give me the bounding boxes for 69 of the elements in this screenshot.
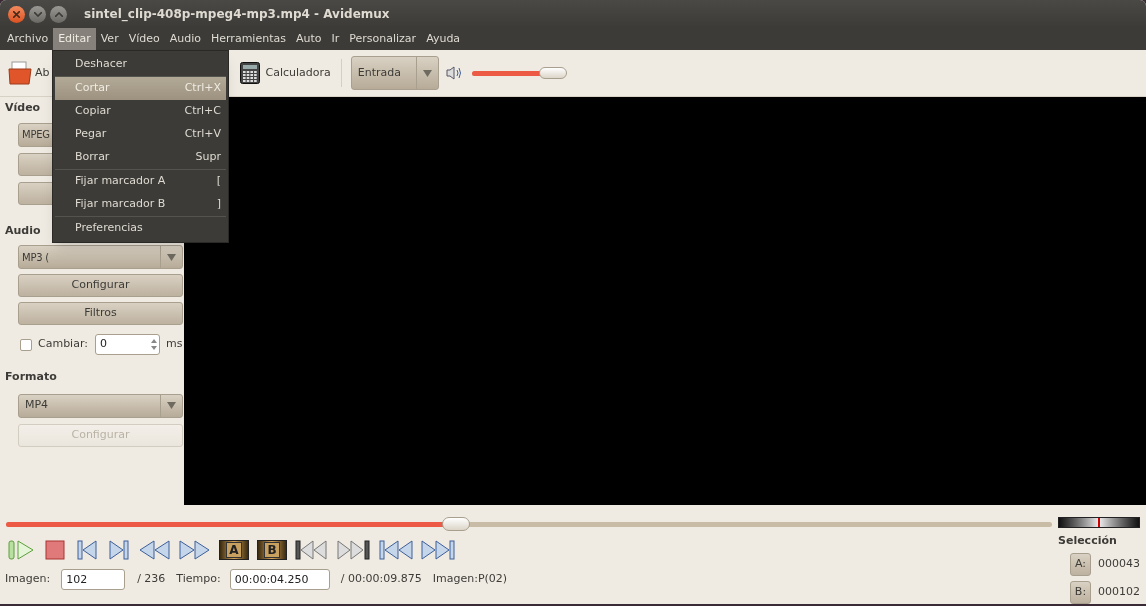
stop-icon[interactable] <box>42 537 68 563</box>
format-combo[interactable]: MP4 <box>18 393 183 418</box>
menu-entry[interactable]: Deshacer <box>55 53 226 76</box>
go-to-marker-a-icon[interactable] <box>294 537 330 563</box>
audio-filters-button[interactable]: Filtros <box>18 302 183 325</box>
maximize-button[interactable] <box>50 5 67 23</box>
menu-entry[interactable]: Copiar Ctrl+C <box>55 100 226 123</box>
section-heading: Formato <box>5 369 57 385</box>
volume-slider[interactable] <box>471 67 566 79</box>
shift-checkbox[interactable] <box>20 338 32 351</box>
dropdown-arrow-icon <box>167 253 176 261</box>
source-combo[interactable]: Entrada <box>350 56 439 90</box>
menu-item[interactable]: Ayuda <box>421 28 466 50</box>
section-heading: Vídeo <box>5 100 41 116</box>
menu-item[interactable]: Ir <box>326 28 345 50</box>
rewind-icon[interactable] <box>138 537 172 563</box>
close-icon <box>13 10 20 18</box>
marker-a-icon[interactable]: A <box>218 537 250 563</box>
go-to-marker-b-icon[interactable] <box>336 537 372 563</box>
open-button[interactable]: Ab <box>8 61 50 85</box>
text-field[interactable]: 00:00:04.250 <box>229 569 330 590</box>
dropdown-arrow-icon <box>167 402 176 409</box>
go-to-start-icon[interactable] <box>378 537 414 563</box>
marker-b-icon[interactable]: B <box>256 537 288 563</box>
audio-configure-button[interactable]: Configurar <box>18 274 183 297</box>
menu-item[interactable]: Vídeo <box>123 28 165 50</box>
frame-total: / 236 <box>137 571 166 588</box>
marker-a-button[interactable]: A: <box>1070 553 1091 576</box>
text-field[interactable]: 102 <box>61 569 126 590</box>
shift-spinbox[interactable]: 0 <box>94 334 160 355</box>
menu-entry[interactable]: Fijar marcador B ] <box>55 193 226 216</box>
calculator-icon <box>239 62 260 84</box>
menu-item[interactable]: Archivo <box>2 28 54 50</box>
menu-entry[interactable]: Borrar Supr <box>55 146 226 169</box>
dropdown-arrow-icon <box>422 69 432 77</box>
next-frame-icon[interactable] <box>106 537 132 563</box>
marker-a-value: 000043 <box>1098 556 1140 573</box>
calculator-button[interactable]: Calculadora <box>239 62 331 84</box>
marker-b-button[interactable]: B: <box>1070 581 1091 604</box>
section-heading: Audio <box>5 222 41 239</box>
go-to-end-icon[interactable] <box>420 537 456 563</box>
menu-item[interactable]: Auto <box>290 28 327 50</box>
audio-codec-combo[interactable]: MP3 ( <box>18 245 183 269</box>
minimize-button[interactable] <box>29 5 46 23</box>
close-button[interactable] <box>8 5 25 23</box>
time-label: Tiempo: <box>176 571 221 588</box>
fast-forward-icon[interactable] <box>178 537 212 563</box>
shift-label: Cambiar: <box>38 336 88 353</box>
chevron-down-icon <box>33 11 42 17</box>
speaker-icon <box>445 66 462 80</box>
folder-icon <box>8 61 32 85</box>
menu-item[interactable]: Herramientas <box>206 28 291 50</box>
previous-frame-icon[interactable] <box>74 537 100 563</box>
play-icon[interactable] <box>8 537 36 563</box>
marker-b-value: 000102 <box>1098 584 1140 601</box>
menu-item[interactable]: Personalizar <box>344 28 422 50</box>
menu-item[interactable]: Audio <box>164 28 206 50</box>
shift-unit: ms <box>165 336 183 353</box>
chevron-up-icon <box>54 11 63 17</box>
selection-heading: Selección <box>1058 532 1118 549</box>
frame-type: Imagen:P(02) <box>432 571 508 588</box>
jog-wheel[interactable] <box>1058 517 1140 528</box>
time-total: / 00:00:09.875 <box>340 571 422 588</box>
frame-label: Imagen: <box>5 571 51 588</box>
menu-item[interactable]: Ver <box>95 28 124 50</box>
menu-entry[interactable]: Fijar marcador A [ <box>55 170 226 193</box>
window-title: sintel_clip-408p-mpeg4-mp3.mp4 - Avidemux <box>84 6 390 23</box>
menu-entry[interactable]: Preferencias <box>55 217 226 240</box>
menu-entry[interactable]: Pegar Ctrl+V <box>55 123 226 146</box>
